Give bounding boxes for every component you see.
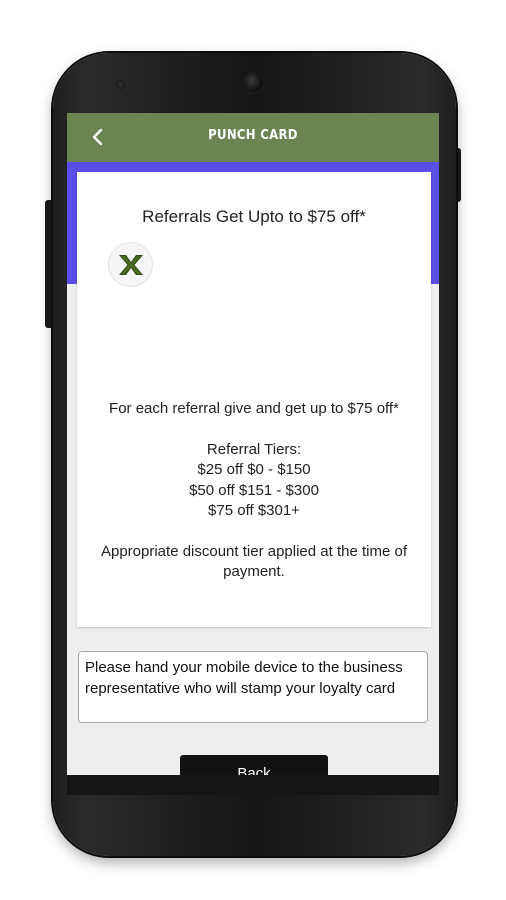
app-bar: PUNCH CARD	[67, 113, 439, 162]
tier-item: $50 off $151 - $300	[189, 481, 319, 499]
app-screen: PUNCH CARD Referrals Get Upto to $75 off…	[67, 113, 439, 775]
earpiece-speaker	[116, 80, 125, 89]
x-logo-icon	[118, 254, 143, 275]
tiers-heading: Referral Tiers:	[206, 440, 302, 458]
payment-note: Appropriate discount tier applied at the…	[100, 542, 407, 581]
card-title: Referrals Get Upto to $75 off*	[142, 207, 366, 226]
front-camera	[244, 73, 263, 92]
card-body: For each referral give and get up to $75…	[99, 399, 409, 583]
instruction-box: Please hand your mobile device to the bu…	[78, 651, 428, 723]
page-title: PUNCH CARD	[208, 128, 298, 143]
phone-chin	[67, 775, 439, 795]
tier-item: $75 off $301+	[208, 502, 300, 519]
referral-card: Referrals Get Upto to $75 off* For each …	[77, 172, 431, 627]
tier-item: $25 off $0 - $150	[197, 461, 311, 478]
back-action-button[interactable]: Back	[180, 755, 328, 775]
business-logo	[108, 242, 153, 287]
referral-intro: For each referral give and get up to $75…	[109, 400, 399, 417]
